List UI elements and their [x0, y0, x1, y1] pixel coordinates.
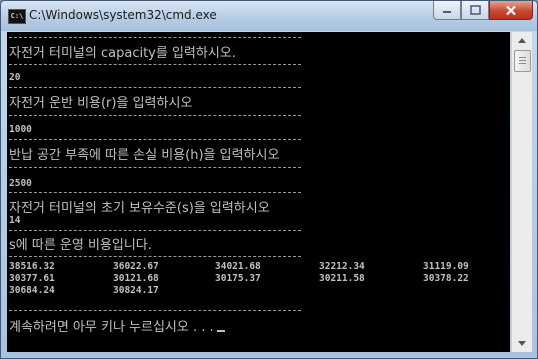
exit-prompt: 계속하려면 아무 키나 누르십시오 . . . [9, 320, 214, 335]
result-value: 30121.68 [113, 273, 159, 284]
grip-line [519, 63, 526, 64]
console-window-icon[interactable]: C:\ [8, 9, 26, 24]
title-bar[interactable]: C:\ C:\Windows\system32\cmd.exe [1, 1, 537, 31]
minimize-button[interactable] [433, 1, 461, 20]
result-value: 34021.68 [215, 261, 261, 272]
shortage-cost-prompt: 반납 공간 부족에 따른 손실 비용(h)을 입력하시오 [9, 148, 280, 163]
scroll-up-button[interactable] [512, 32, 532, 49]
result-value: 30377.61 [9, 273, 55, 284]
scrollbar-thumb[interactable] [514, 50, 531, 72]
exit-prompt-line: 계속하려면 아무 키나 누르십시오 . . . [9, 316, 225, 335]
separator [9, 167, 301, 168]
separator [9, 230, 301, 231]
console-output[interactable]: 자전거 터미널의 capacity를 입력하시오. 20 자전거 운반 비용(r… [7, 32, 510, 352]
result-value: 30684.24 [9, 285, 55, 296]
separator [9, 256, 301, 257]
separator [9, 64, 301, 65]
transport-cost-prompt: 자전거 운반 비용(r)을 입력하시오 [9, 96, 193, 111]
separator [9, 37, 301, 38]
maximize-icon [469, 5, 481, 15]
text-cursor [216, 330, 225, 332]
result-value: 30378.22 [423, 273, 469, 284]
window-title: C:\Windows\system32\cmd.exe [29, 8, 217, 22]
close-icon [506, 5, 516, 15]
grip-line [519, 57, 526, 58]
arrow-down-icon [518, 341, 526, 346]
grip-line [519, 60, 526, 61]
separator [9, 310, 301, 311]
shortage-cost-value: 2500 [9, 178, 32, 189]
result-value: 30824.17 [113, 285, 159, 296]
separator [9, 115, 301, 116]
separator [9, 192, 301, 193]
capacity-value: 20 [9, 72, 21, 83]
maximize-button[interactable] [461, 1, 489, 20]
result-value: 30175.37 [215, 273, 261, 284]
window-controls [433, 1, 533, 21]
separator [9, 87, 301, 88]
result-header: s에 따른 운영 비용입니다. [9, 238, 152, 253]
capacity-prompt: 자전거 터미널의 capacity를 입력하시오. [9, 46, 236, 61]
scroll-down-button[interactable] [512, 335, 532, 352]
close-button[interactable] [489, 1, 533, 20]
minimize-icon [443, 11, 451, 13]
console-window: C:\ C:\Windows\system32\cmd.exe 자전거 터미널의… [0, 0, 538, 359]
arrow-up-icon [518, 38, 526, 43]
result-value: 36022.67 [113, 261, 159, 272]
vertical-scrollbar[interactable] [511, 32, 532, 352]
initial-stock-value: 14 [9, 215, 21, 226]
separator [9, 139, 301, 140]
transport-cost-value: 1000 [9, 124, 32, 135]
initial-stock-prompt: 자전거 터미널의 초기 보유수준(s)을 입력하시오 [9, 201, 270, 216]
result-value: 38516.32 [9, 261, 55, 272]
result-value: 31119.09 [423, 261, 469, 272]
result-value: 32212.34 [319, 261, 365, 272]
result-value: 30211.58 [319, 273, 365, 284]
